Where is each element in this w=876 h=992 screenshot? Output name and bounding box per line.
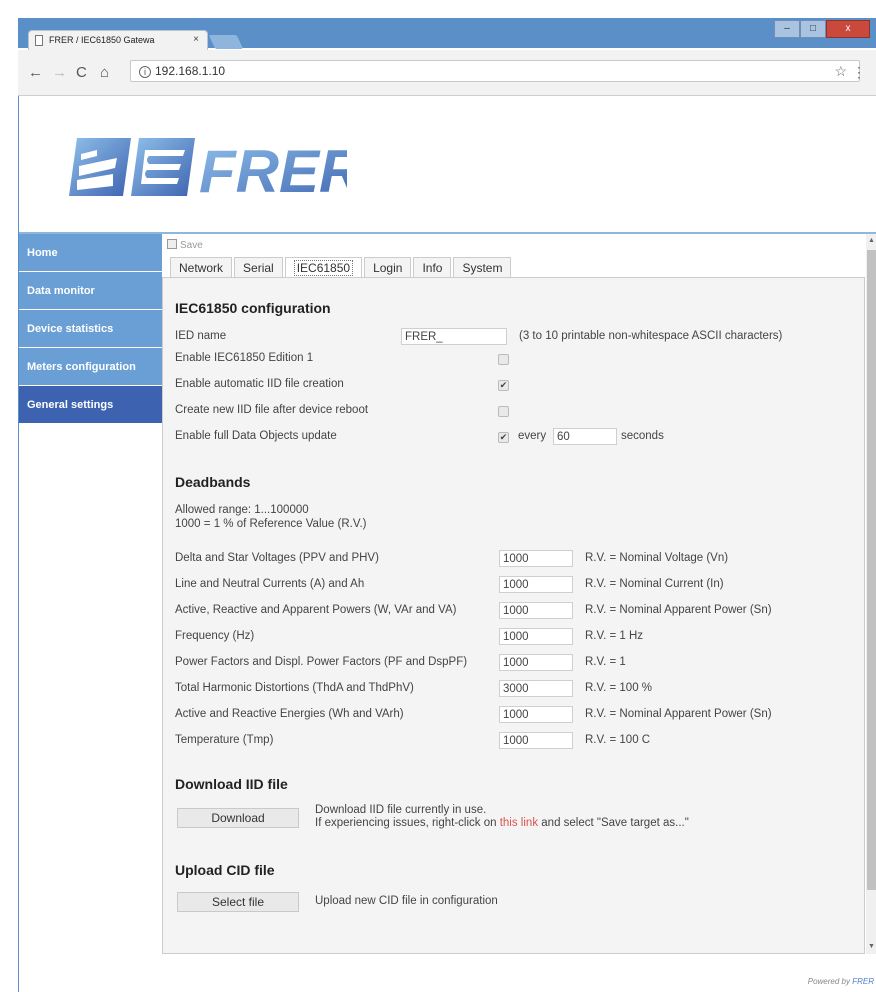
deadband-input[interactable] [499,706,573,723]
reboot-iid-checkbox[interactable] [498,406,509,417]
forward-icon[interactable]: → [52,64,67,81]
upload-title: Upload CID file [175,862,275,878]
tab-iec61850[interactable]: IEC61850 [284,257,363,277]
browser-toolbar: ← → C ⌂ i 192.168.1.10 ☆ ⋮ [18,50,876,96]
tab-login[interactable]: Login [364,257,412,277]
star-icon[interactable]: ☆ [834,63,847,80]
sidebar-item-home[interactable]: Home [19,234,162,272]
address-bar[interactable]: i 192.168.1.10 ☆ [130,60,860,82]
tab-network[interactable]: Network [170,257,233,277]
deadband-input[interactable] [499,550,573,567]
reboot-iid-label: Create new IID file after device reboot [175,404,369,416]
deadband-label: Total Harmonic Distortions (ThdA and Thd… [175,682,414,694]
download-desc: Download IID file currently in use. [315,804,487,816]
deadband-label: Power Factors and Displ. Power Factors (… [175,656,468,668]
sidebar-item-device-statistics[interactable]: Device statistics [19,310,162,348]
seconds-label: seconds [621,430,664,442]
iec-config-title: IEC61850 configuration [175,300,331,316]
deadbands-title: Deadbands [175,474,251,490]
tab-system[interactable]: System [453,257,512,277]
tab-close-icon[interactable]: × [193,34,199,45]
edition1-label: Enable IEC61850 Edition 1 [175,352,314,364]
deadband-label: Frequency (Hz) [175,630,255,642]
deadband-input[interactable] [499,654,573,671]
deadband-rv: R.V. = Nominal Apparent Power (Sn) [585,708,772,720]
full-update-checkbox[interactable]: ✔ [498,432,509,443]
back-icon[interactable]: ← [28,64,43,81]
scroll-thumb[interactable] [867,250,876,890]
new-tab-button[interactable] [208,35,244,49]
sidebar: Home Data monitor Device statistics Mete… [19,234,162,424]
url-text: 192.168.1.10 [155,64,226,78]
deadband-label: Active and Reactive Energies (Wh and VAr… [175,708,404,720]
deadband-rv: R.V. = 1 Hz [585,630,644,642]
close-window-button[interactable]: x [826,20,870,38]
maximize-button[interactable]: □ [800,20,826,38]
download-hint: If experiencing issues, right-click on t… [315,817,689,829]
save-icon [167,239,177,249]
every-label: every [518,430,547,442]
home-icon[interactable]: ⌂ [100,64,109,81]
auto-iid-checkbox[interactable]: ✔ [498,380,509,391]
main-content: Save Network Serial IEC61850 Login Info … [162,234,876,954]
auto-iid-label: Enable automatic IID file creation [175,378,344,390]
full-update-label: Enable full Data Objects update [175,430,337,442]
deadband-label: Active, Reactive and Apparent Powers (W,… [175,604,457,616]
sidebar-item-general-settings[interactable]: General settings [19,386,162,424]
download-title: Download IID file [175,776,288,792]
deadband-rv: R.V. = Nominal Current (In) [585,578,724,590]
scroll-up-arrow[interactable]: ▲ [866,234,876,248]
page-scrollbar[interactable]: ▲ ▼ [866,234,876,954]
deadband-label: Line and Neutral Currents (A) and Ah [175,578,365,590]
deadband-input[interactable] [499,602,573,619]
powered-by: Powered by FRER [807,977,874,986]
tab-serial[interactable]: Serial [234,257,283,277]
deadband-rv: R.V. = Nominal Apparent Power (Sn) [585,604,772,616]
reload-icon[interactable]: C [76,64,87,81]
iec61850-panel: IEC61850 configuration IED name (3 to 10… [162,277,865,954]
deadband-rv: R.V. = 100 C [585,734,651,746]
deadband-label: Delta and Star Voltages (PPV and PHV) [175,552,379,564]
ied-name-hint: (3 to 10 printable non-whitespace ASCII … [519,330,783,342]
deadband-input[interactable] [499,732,573,749]
ied-name-input[interactable] [401,328,507,345]
deadband-rv: R.V. = 100 % [585,682,653,694]
ied-name-label: IED name [175,330,227,342]
browser-menu-icon[interactable]: ⋮ [852,64,866,81]
scroll-down-arrow[interactable]: ▼ [866,940,876,954]
brand-wordmark: FRER [199,138,347,200]
sidebar-item-meters-configuration[interactable]: Meters configuration [19,348,162,386]
frer-logo: FRER [69,138,347,200]
deadband-input[interactable] [499,628,573,645]
page-viewport: FRER Home Data monitor Device statistics… [18,96,876,992]
window-controls: – □ x [774,20,870,38]
page-icon [35,35,43,46]
deadband-input[interactable] [499,680,573,697]
tab-title: FRER / IEC61850 Gatewa [49,35,155,45]
edition1-checkbox[interactable] [498,354,509,365]
deadband-rv: R.V. = 1 [585,656,626,668]
sidebar-item-data-monitor[interactable]: Data monitor [19,272,162,310]
save-label: Save [180,240,203,251]
download-button[interactable]: Download [177,808,299,828]
tab-info[interactable]: Info [413,257,452,277]
minimize-button[interactable]: – [774,20,800,38]
deadband-rv: R.V. = Nominal Voltage (Vn) [585,552,729,564]
info-icon[interactable]: i [139,66,151,78]
allowed-range-note: Allowed range: 1...100000 [175,504,309,516]
deadband-input[interactable] [499,576,573,593]
iid-file-link[interactable]: this link [500,817,538,829]
rv-note: 1000 = 1 % of Reference Value (R.V.) [175,518,367,530]
save-button[interactable]: Save [167,239,203,251]
update-interval-input[interactable] [553,428,617,445]
deadband-label: Temperature (Tmp) [175,734,274,746]
browser-tab[interactable]: FRER / IEC61850 Gatewa × [28,30,208,50]
select-file-button[interactable]: Select file [177,892,299,912]
settings-tabs: Network Serial IEC61850 Login Info Syste… [170,257,513,277]
page-header: FRER [19,96,876,234]
upload-desc: Upload new CID file in configuration [315,895,498,907]
